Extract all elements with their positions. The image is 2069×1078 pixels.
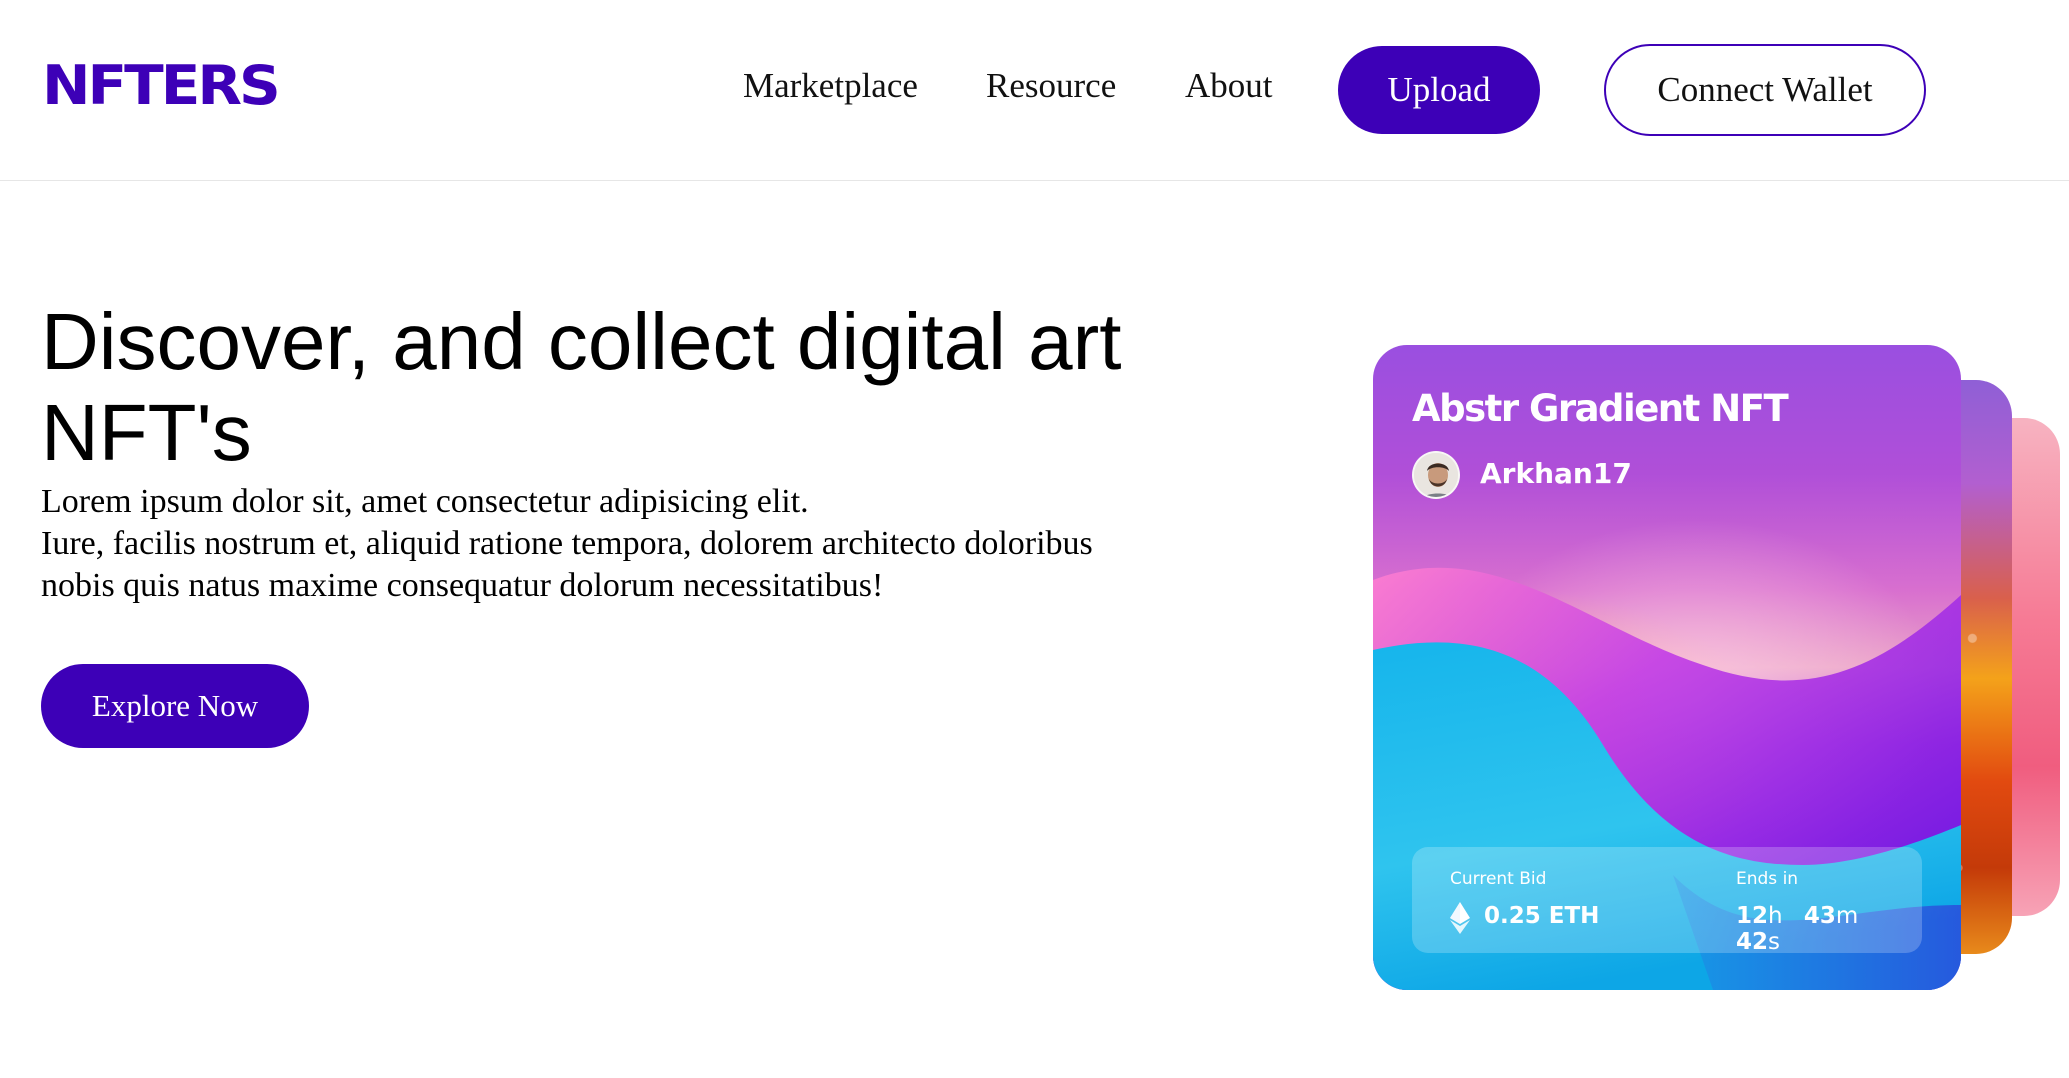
hero-description-line-1: Lorem ipsum dolor sit, amet consectetur … — [41, 483, 809, 520]
brand-logo[interactable]: NFTERS — [42, 54, 281, 117]
card-title: Abstr Gradient NFT — [1412, 387, 1789, 430]
ethereum-icon — [1450, 902, 1470, 934]
current-bid-label: Current Bid — [1450, 869, 1547, 889]
bid-panel: Current Bid Ends in 0.25 ETH 12h 43m 42s — [1412, 847, 1922, 955]
countdown-hours-unit: h — [1768, 903, 1783, 929]
ends-in-label: Ends in — [1736, 869, 1799, 889]
nav-link-resource[interactable]: Resource — [986, 66, 1116, 106]
explore-now-button[interactable]: Explore Now — [41, 664, 309, 748]
countdown-minutes: 43 — [1803, 903, 1836, 929]
hero-description-line-2: Iure, facilis nostrum et, aliquid ration… — [41, 525, 1093, 562]
countdown-hours: 12 — [1736, 903, 1769, 929]
countdown-seconds: 42 — [1736, 929, 1769, 955]
card-owner[interactable]: Arkhan17 — [1480, 457, 1632, 490]
nav-link-marketplace[interactable]: Marketplace — [743, 66, 918, 106]
hero-title: Discover, and collect digital art NFT's — [41, 296, 1241, 478]
nft-card[interactable]: Abstr Gradient NFT Arkhan17 Current Bid … — [1373, 345, 1961, 990]
countdown-minutes-unit: m — [1835, 903, 1859, 929]
current-bid-value: 0.25 ETH — [1484, 903, 1600, 929]
hero-title-line-1: Discover, and collect digital art — [41, 297, 1122, 386]
hero-description: Lorem ipsum dolor sit, amet consectetur … — [41, 481, 1241, 607]
avatar — [1412, 451, 1460, 499]
nav-link-about[interactable]: About — [1185, 66, 1273, 106]
connect-wallet-button[interactable]: Connect Wallet — [1604, 44, 1926, 136]
upload-button[interactable]: Upload — [1338, 46, 1540, 134]
hero-title-line-2: NFT's — [41, 388, 252, 477]
countdown-seconds-unit: s — [1768, 929, 1780, 955]
site-header: NFTERS Marketplace Resource About Upload… — [0, 0, 2069, 181]
hero-description-line-3: nobis quis natus maxime consequatur dolo… — [41, 567, 884, 604]
countdown-timer: 12h 43m 42s — [1736, 903, 1922, 955]
